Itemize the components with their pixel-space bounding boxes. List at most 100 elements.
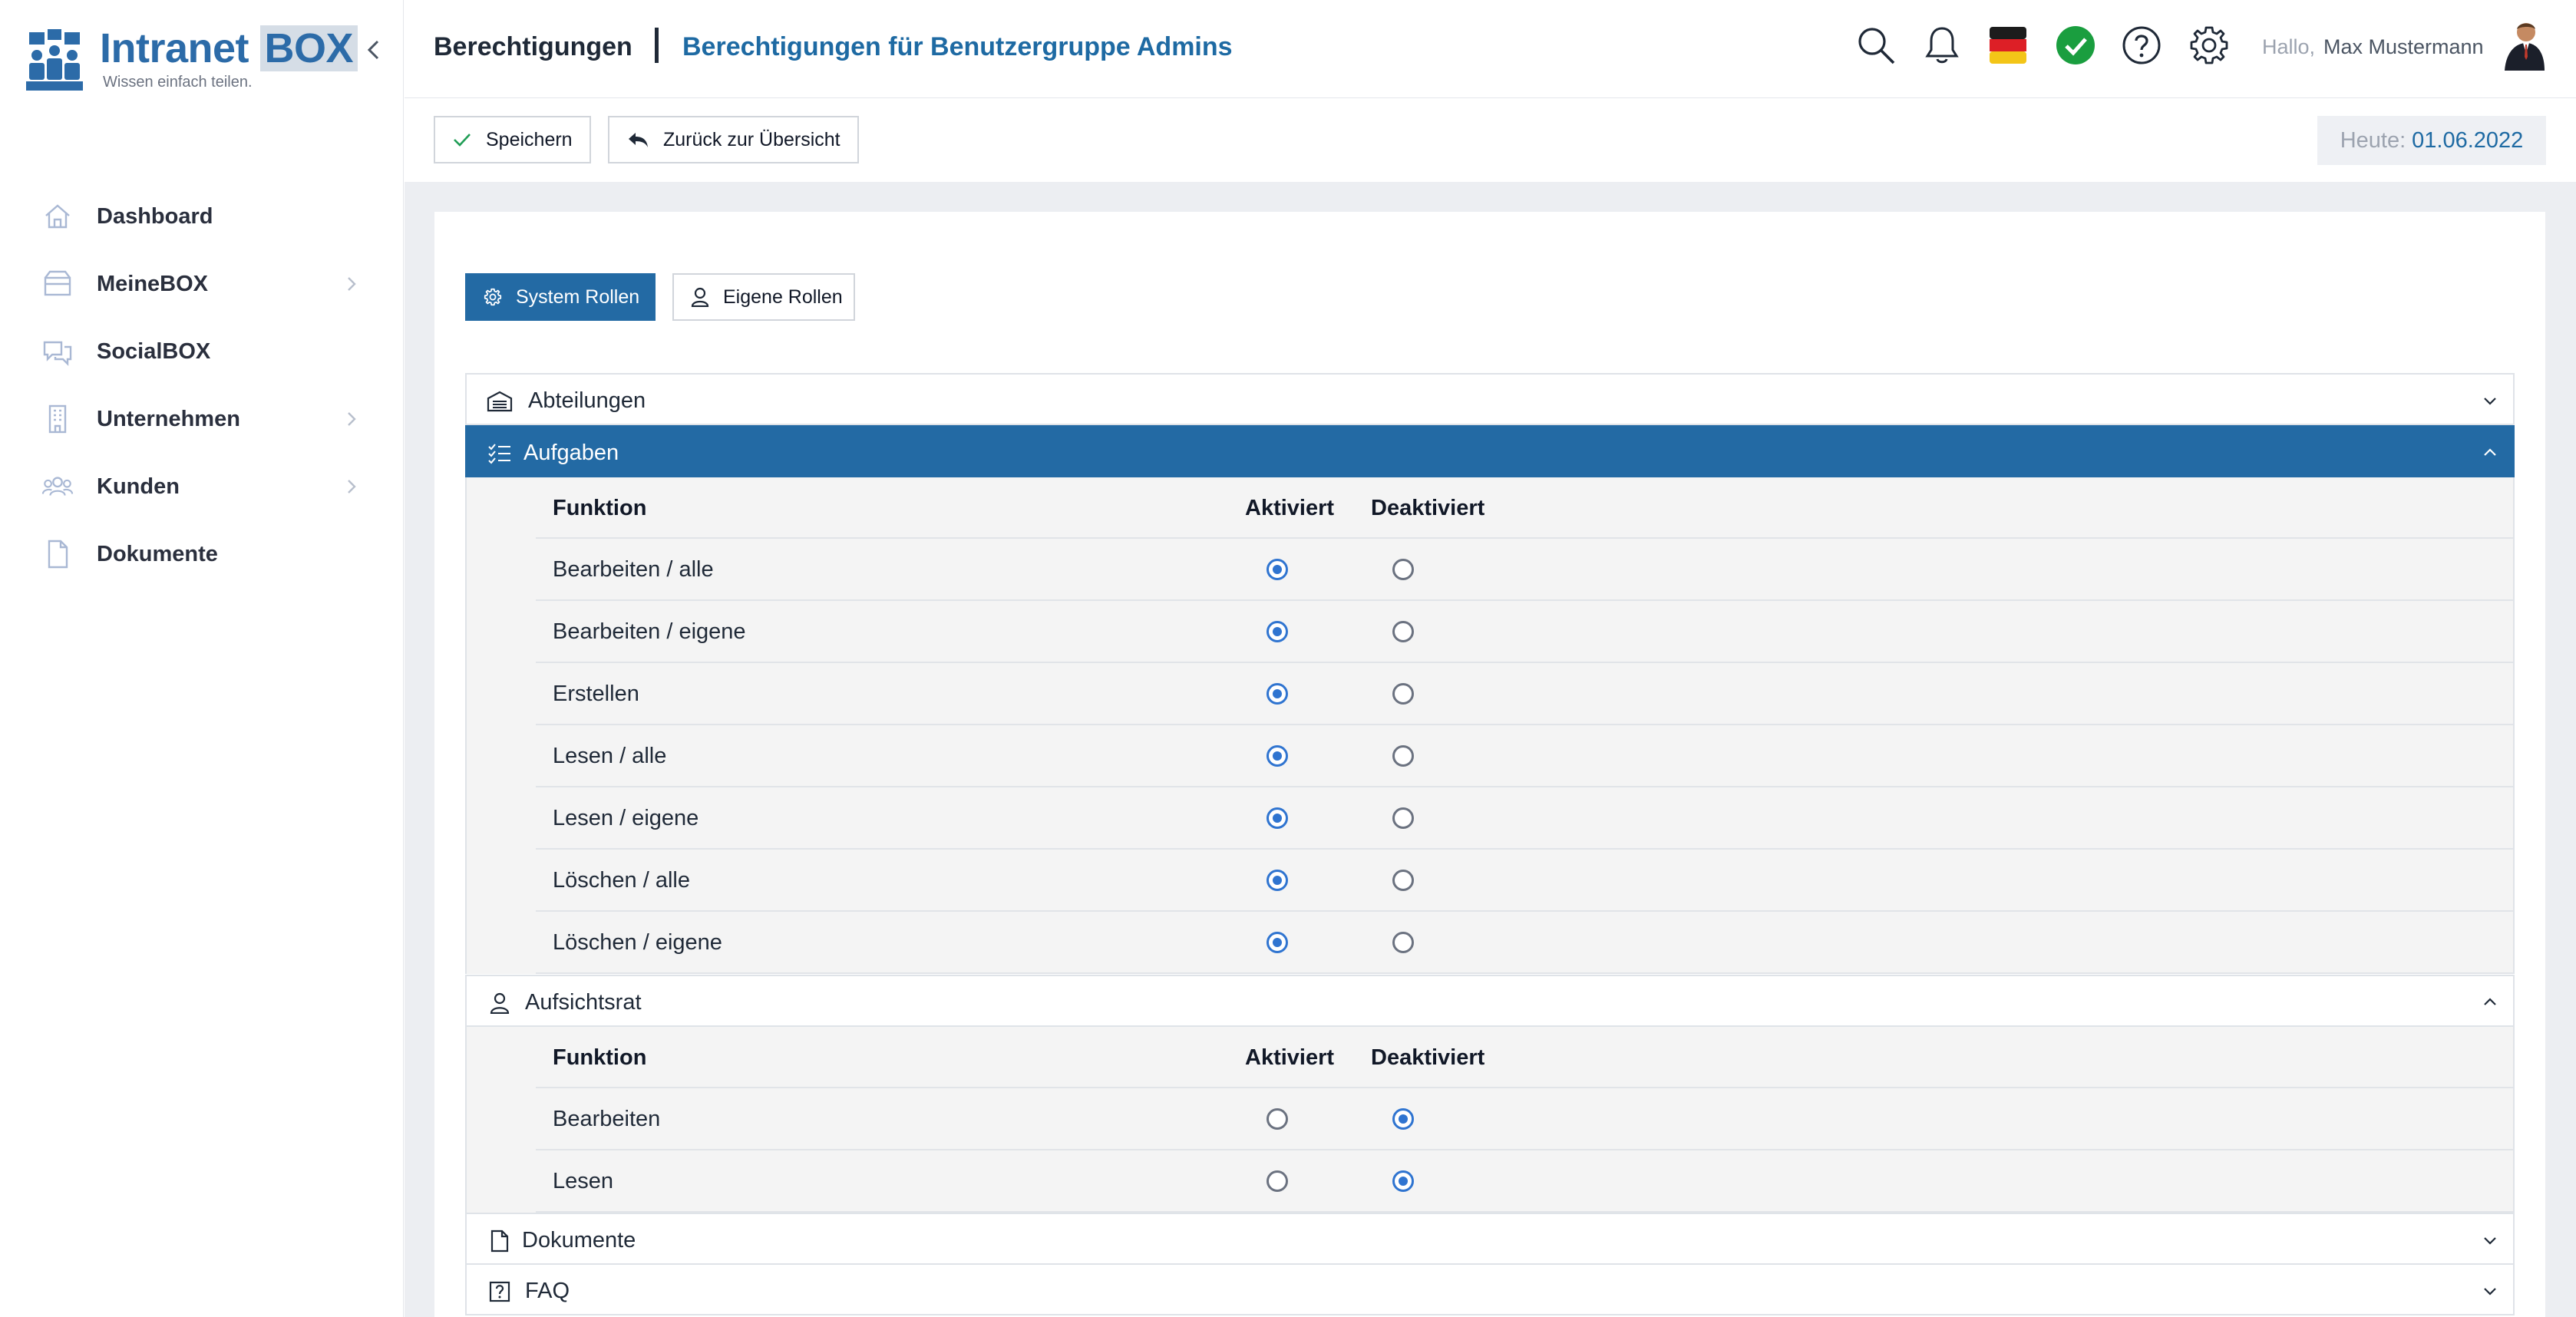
section-title: Dokumente (522, 1228, 636, 1253)
section-title: Aufsichtsrat (525, 990, 642, 1015)
permissions-table-aufgaben: Funktion Aktiviert Deaktiviert Bearbeite… (465, 477, 2515, 974)
status-check-icon[interactable] (2053, 23, 2098, 68)
section-aufsichtsrat: Aufsichtsrat Funktion Aktiviert Deaktivi… (465, 975, 2515, 1213)
gear-icon[interactable] (2187, 23, 2231, 68)
brand-name-box: BOX (259, 25, 358, 71)
section-title: Aufgaben (523, 441, 619, 465)
section-abteilungen: Abteilungen (465, 373, 2515, 425)
box-icon (41, 268, 74, 300)
activated-radio[interactable] (1267, 870, 1288, 891)
building-icon (41, 403, 74, 435)
sidebar-item-unternehmen[interactable]: Unternehmen (0, 385, 404, 453)
sidebar-item-meinebox[interactable]: MeineBOX (0, 250, 404, 318)
sidebar-item-label: MeineBOX (97, 271, 209, 296)
sidebar-item-kunden[interactable]: Kunden (0, 453, 404, 520)
user-name[interactable]: Max Mustermann (2323, 35, 2484, 59)
table-row: Lesen / alle (536, 725, 2513, 787)
brand-tagline: Wissen einfach teilen. (103, 74, 253, 91)
section-title: FAQ (525, 1279, 570, 1303)
action-toolbar: Speichern Zurück zur Übersicht Heute: 01… (405, 99, 2576, 182)
function-label: Lesen / alle (553, 744, 667, 768)
sidebar: Intranet BOX Wissen einfach teilen. Dash… (0, 0, 404, 1317)
search-icon[interactable] (1854, 23, 1898, 68)
sidebar-item-label: Unternehmen (97, 406, 240, 431)
deactivated-radio[interactable] (1392, 1170, 1414, 1192)
table-row: Löschen / alle (536, 850, 2513, 912)
activated-radio[interactable] (1267, 1170, 1288, 1192)
users-icon (41, 470, 74, 503)
deactivated-radio[interactable] (1392, 745, 1414, 767)
deactivated-radio[interactable] (1392, 870, 1414, 891)
activated-radio[interactable] (1267, 807, 1288, 829)
gear-icon (484, 288, 502, 306)
chevron-up-icon (2484, 448, 2496, 456)
activated-radio[interactable] (1267, 932, 1288, 953)
own-roles-tab[interactable]: Eigene Rollen (672, 273, 855, 321)
system-roles-tab[interactable]: System Rollen (465, 273, 656, 321)
section-header-abteilungen[interactable]: Abteilungen (465, 373, 2515, 425)
document-icon (487, 1230, 513, 1253)
deactivated-radio[interactable] (1392, 1108, 1414, 1130)
collapse-sidebar-icon[interactable] (362, 37, 385, 63)
section-header-faq[interactable]: FAQ (465, 1263, 2515, 1315)
activated-radio[interactable] (1267, 1108, 1288, 1130)
top-header: Berechtigungen Berechtigungen für Benutz… (405, 0, 2576, 98)
column-header-function: Funktion (553, 1045, 647, 1070)
table-row: Lesen (536, 1150, 2513, 1213)
section-dokumente: Dokumente (465, 1213, 2515, 1265)
sidebar-nav: Dashboard MeineBOX SocialBOX Unternehmen (0, 183, 404, 588)
deactivated-radio[interactable] (1392, 932, 1414, 953)
activated-radio[interactable] (1267, 621, 1288, 642)
activated-radio[interactable] (1267, 559, 1288, 580)
chat-bubbles-icon (41, 335, 74, 368)
sidebar-item-socialbox[interactable]: SocialBOX (0, 318, 404, 385)
deactivated-radio[interactable] (1392, 807, 1414, 829)
save-button[interactable]: Speichern (434, 116, 591, 163)
user-icon (487, 992, 513, 1015)
column-header-deactivated: Deaktiviert (1371, 1045, 1485, 1070)
section-header-dokumente[interactable]: Dokumente (465, 1213, 2515, 1265)
bell-icon[interactable] (1920, 23, 1964, 68)
today-date-badge: Heute: 01.06.2022 (2317, 116, 2546, 165)
section-aufgaben: Aufgaben Funktion Aktiviert Deaktiviert … (465, 425, 2515, 974)
garage-icon (487, 390, 513, 413)
deactivated-radio[interactable] (1392, 559, 1414, 580)
brand-name: Intranet BOX (100, 25, 358, 72)
today-label: Heute: (2340, 127, 2406, 153)
back-to-overview-button[interactable]: Zurück zur Übersicht (608, 116, 859, 163)
column-header-deactivated: Deaktiviert (1371, 496, 1485, 520)
task-list-icon (487, 442, 513, 465)
check-icon (452, 131, 472, 148)
table-row: Löschen / eigene (536, 912, 2513, 974)
save-button-label: Speichern (486, 128, 573, 150)
column-header-activated: Aktiviert (1245, 496, 1335, 520)
sidebar-item-dokumente[interactable]: Dokumente (0, 520, 404, 588)
activated-radio[interactable] (1267, 745, 1288, 767)
sidebar-item-dashboard[interactable]: Dashboard (0, 183, 404, 250)
user-avatar[interactable] (2500, 20, 2546, 71)
activated-radio[interactable] (1267, 683, 1288, 705)
chevron-up-icon (2484, 998, 2496, 1005)
function-label: Löschen / eigene (553, 930, 722, 955)
system-roles-label: System Rollen (516, 286, 640, 308)
table-row: Erstellen (536, 663, 2513, 725)
section-header-aufgaben[interactable]: Aufgaben (465, 425, 2515, 477)
deactivated-radio[interactable] (1392, 621, 1414, 642)
help-icon[interactable] (2119, 23, 2164, 68)
table-row: Bearbeiten / alle (536, 539, 2513, 601)
chevron-right-icon (348, 412, 356, 426)
home-icon (41, 200, 74, 233)
section-title: Abteilungen (528, 388, 646, 413)
function-label: Bearbeiten / alle (553, 557, 714, 582)
section-header-aufsichtsrat[interactable]: Aufsichtsrat (465, 975, 2515, 1027)
deactivated-radio[interactable] (1392, 683, 1414, 705)
sidebar-item-label: Dashboard (97, 203, 213, 229)
own-roles-label: Eigene Rollen (723, 286, 843, 308)
function-label: Löschen / alle (553, 868, 690, 893)
german-flag-icon[interactable] (1986, 23, 2030, 68)
user-icon (691, 287, 709, 307)
greeting-text: Hallo, (2262, 35, 2316, 58)
permissions-table-aufsichtsrat: Funktion Aktiviert Deaktiviert Bearbeite… (465, 1027, 2515, 1213)
brand-logo[interactable]: Intranet BOX Wissen einfach teilen. (26, 25, 358, 98)
sidebar-item-label: Dokumente (97, 541, 218, 566)
